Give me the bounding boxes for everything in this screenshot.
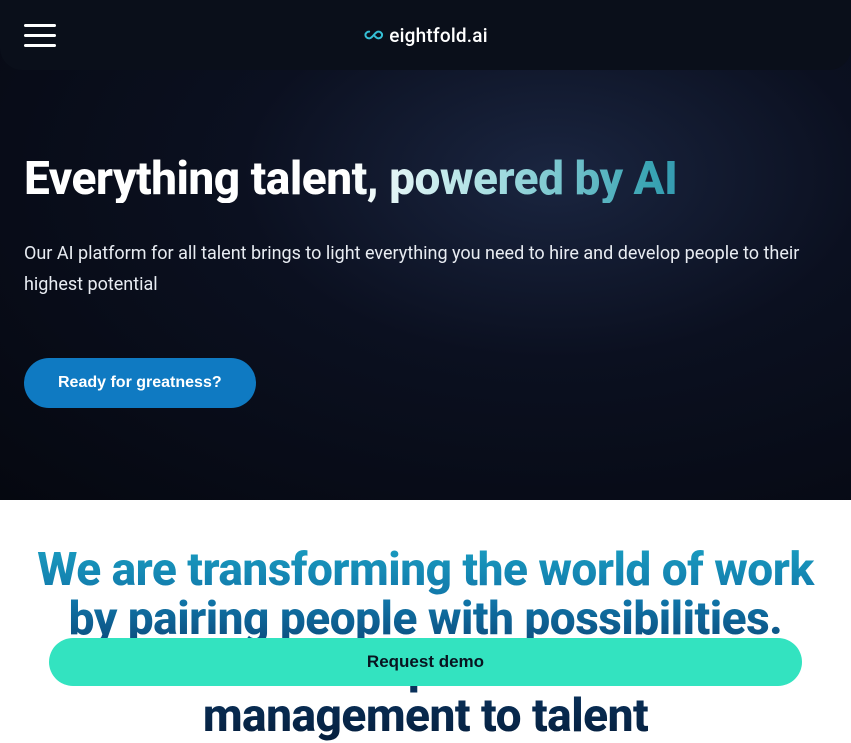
hamburger-menu-icon[interactable]	[24, 24, 56, 47]
hero-section: Everything talent, powered by AI Our AI …	[0, 0, 851, 500]
mission-section: We are transforming the world of work by…	[0, 500, 851, 741]
infinity-icon	[363, 25, 383, 45]
hero-subtitle: Our AI platform for all talent brings to…	[24, 239, 804, 300]
site-header: eightfold.ai	[0, 0, 851, 70]
brand-logo[interactable]: eightfold.ai	[363, 24, 487, 47]
brand-text: eightfold.ai	[389, 24, 487, 47]
ready-for-greatness-button[interactable]: Ready for greatness?	[24, 358, 256, 408]
request-demo-button[interactable]: Request demo	[49, 638, 802, 686]
hero-title: Everything talent, powered by AI	[24, 155, 827, 203]
